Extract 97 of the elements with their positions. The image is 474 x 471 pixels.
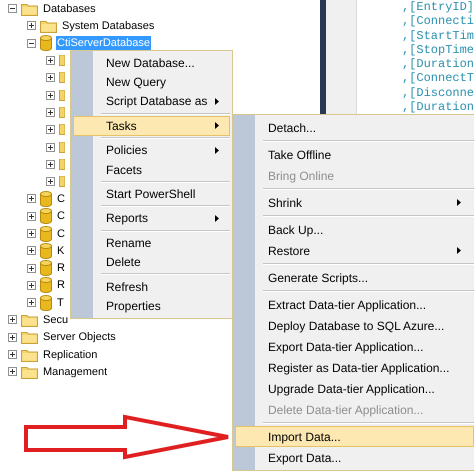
- menu-item[interactable]: Take Offline: [235, 144, 474, 165]
- expand-icon[interactable]: [27, 21, 36, 30]
- tree-node-label[interactable]: R: [56, 278, 66, 292]
- expand-icon[interactable]: [27, 280, 36, 290]
- menu-item[interactable]: Export Data-tier Application...: [235, 336, 474, 357]
- menu-item[interactable]: Import Data...: [235, 426, 474, 447]
- code-line: ,[Disconne: [402, 86, 474, 100]
- folder-icon: [59, 106, 65, 118]
- collapse-icon[interactable]: [8, 4, 17, 14]
- expand-icon[interactable]: [8, 315, 17, 324]
- menu-item[interactable]: New Query: [73, 72, 230, 92]
- expand-icon[interactable]: [8, 367, 17, 376]
- folder-icon: [21, 2, 38, 16]
- folder-icon: [59, 124, 65, 136]
- expand-icon[interactable]: [8, 332, 17, 342]
- menu-item[interactable]: Start PowerShell: [73, 184, 230, 204]
- database-icon: [40, 190, 52, 207]
- tree-node-label[interactable]: System Databases: [61, 18, 156, 33]
- folder-icon: [21, 312, 38, 327]
- menu-item[interactable]: Reports: [73, 208, 230, 228]
- tree-node-label[interactable]: C: [56, 226, 66, 240]
- submenu-arrow-icon: [457, 199, 461, 206]
- code-line: ,[Duration: [402, 57, 474, 72]
- folder-icon: [21, 330, 38, 344]
- expand-icon[interactable]: [8, 350, 17, 360]
- menu-item[interactable]: Rename: [73, 233, 230, 253]
- database-icon: [40, 226, 52, 242]
- code-line: ,[StartTim: [402, 28, 474, 43]
- tree-node-label[interactable]: Replication: [42, 348, 98, 362]
- submenu-arrow-icon: [215, 122, 219, 130]
- tree-node-label[interactable]: Secu: [42, 312, 70, 327]
- menu-item[interactable]: Back Up...: [235, 219, 474, 240]
- menu-item[interactable]: Delete: [73, 252, 230, 272]
- expand-icon[interactable]: [46, 177, 55, 186]
- expand-icon[interactable]: [27, 246, 36, 256]
- expand-icon[interactable]: [46, 160, 55, 169]
- expand-icon[interactable]: [27, 264, 36, 273]
- menu-item[interactable]: Generate Scripts...: [235, 267, 474, 288]
- menu-item[interactable]: Upgrade Data-tier Application...: [235, 378, 474, 399]
- expand-icon[interactable]: [46, 56, 55, 66]
- expand-icon[interactable]: [27, 229, 36, 238]
- tree-node-label[interactable]: Management: [42, 364, 108, 379]
- menu-item[interactable]: Policies: [73, 140, 230, 160]
- tree-node-label[interactable]: C: [56, 209, 66, 224]
- menu-item[interactable]: Properties: [73, 296, 230, 316]
- menu-item[interactable]: New Database...: [73, 53, 230, 72]
- folder-icon: [59, 72, 65, 84]
- expand-icon[interactable]: [46, 73, 55, 82]
- collapse-icon[interactable]: [27, 38, 36, 48]
- database-icon: [40, 208, 52, 224]
- folder-icon: [59, 142, 65, 153]
- menu-item[interactable]: Script Database as: [73, 92, 230, 112]
- code-line: ,[EntryID]: [402, 0, 474, 14]
- submenu-arrow-icon: [215, 214, 219, 222]
- code-line: ,[StopTime: [402, 42, 474, 58]
- database-icon: [40, 242, 52, 259]
- tree-node-label[interactable]: K: [56, 244, 66, 258]
- folder-icon: [59, 90, 65, 101]
- tree-node-label[interactable]: Databases: [42, 2, 97, 16]
- expand-icon[interactable]: [27, 212, 36, 221]
- database-icon: [40, 260, 52, 276]
- folder-icon: [59, 55, 65, 66]
- submenu-arrow-icon: [215, 98, 219, 105]
- folder-icon: [40, 18, 57, 33]
- database-icon: [40, 277, 52, 294]
- folder-icon: [59, 176, 65, 188]
- tree-node-label[interactable]: T: [56, 296, 65, 310]
- folder-icon: [21, 348, 38, 362]
- menu-item[interactable]: Shrink: [235, 192, 474, 213]
- expand-icon[interactable]: [27, 298, 36, 308]
- database-icon: [40, 35, 52, 52]
- database-icon: [40, 294, 52, 311]
- tree-node-label[interactable]: Server Objects: [42, 330, 117, 344]
- tree-node-label[interactable]: C: [56, 192, 66, 206]
- folder-icon: [59, 158, 65, 170]
- menu-item[interactable]: Register as Data-tier Application...: [235, 357, 474, 378]
- menu-item[interactable]: Extract Data-tier Application...: [235, 294, 474, 315]
- folder-icon: [21, 364, 38, 379]
- menu-item[interactable]: Deploy Database to SQL Azure...: [235, 315, 474, 336]
- expand-icon[interactable]: [46, 108, 55, 117]
- code-line: ,[Duration: [402, 100, 474, 114]
- code-line: ,[ConnectT: [402, 71, 474, 86]
- menu-item[interactable]: Facets: [73, 160, 230, 180]
- splitter-bar[interactable]: [320, 0, 326, 115]
- menu-item[interactable]: Refresh: [73, 276, 230, 296]
- expand-icon[interactable]: [27, 194, 36, 204]
- submenu-arrow-icon: [457, 247, 461, 254]
- submenu-arrow-icon: [215, 146, 219, 154]
- menu-item[interactable]: Detach...: [235, 117, 474, 138]
- menu-item[interactable]: Restore: [235, 240, 474, 261]
- code-line: ,[Connecti: [402, 14, 474, 29]
- expand-icon[interactable]: [46, 125, 55, 134]
- expand-icon[interactable]: [46, 90, 55, 100]
- expand-icon[interactable]: [46, 142, 55, 152]
- menu-item[interactable]: Export Data...: [235, 447, 474, 468]
- menu-item[interactable]: Tasks: [73, 116, 230, 136]
- tree-node-label[interactable]: R: [56, 261, 66, 276]
